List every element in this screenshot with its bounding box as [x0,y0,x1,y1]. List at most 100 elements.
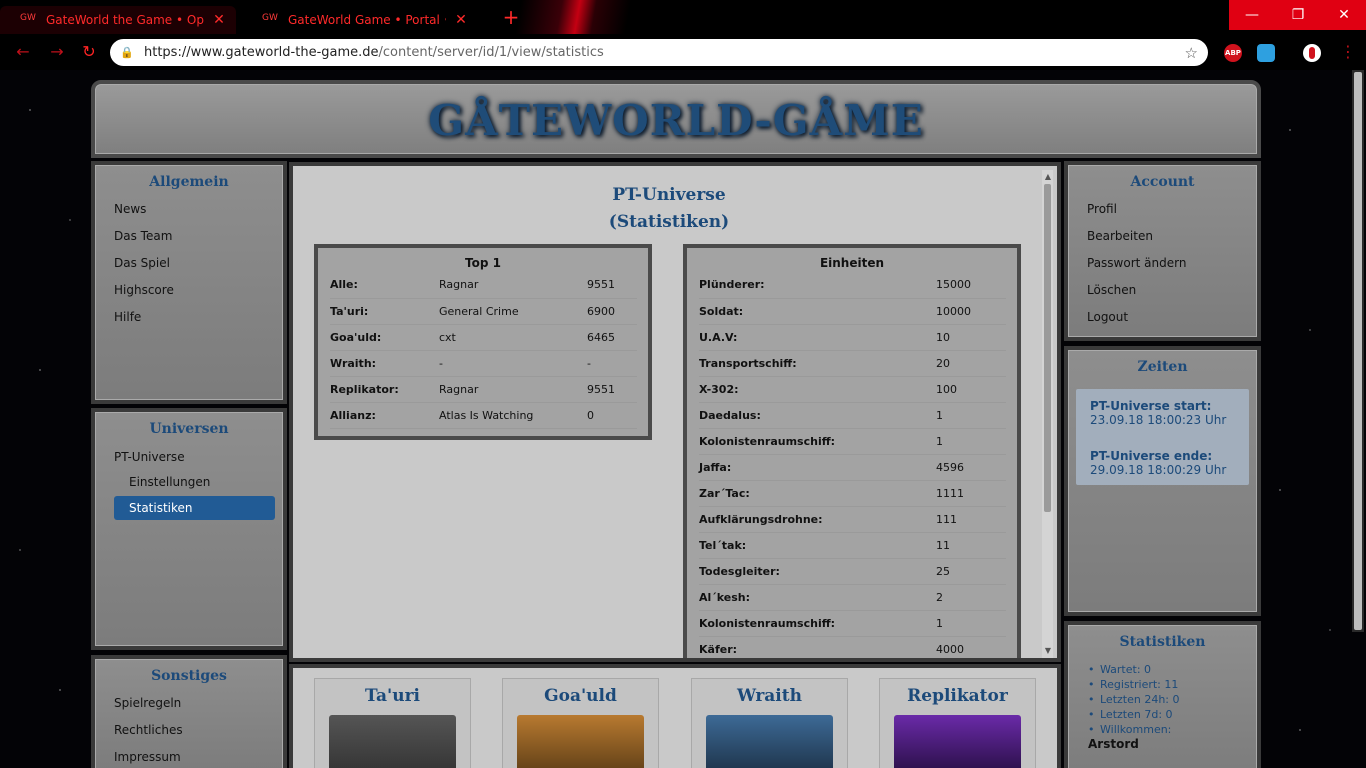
table-row: Tel´tak: 11 [699,532,1006,559]
score: 9551 [587,376,637,403]
adblock-extension-icon[interactable]: ABP [1224,44,1242,62]
panel-account: Account Profil Bearbeiten Passwort änder… [1064,161,1261,341]
table-row: Transportschiff: 20 [699,350,1006,377]
menu-item-profil[interactable]: Profil [1087,202,1257,229]
menu-item-statistiken[interactable]: Statistiken [114,496,275,520]
page-title-line1: PT-Universe [612,185,726,205]
menu-item-news[interactable]: News [114,202,283,229]
tab-gateworld-portal[interactable]: GW GateWorld Game • Portal • Unive ✕ [242,6,478,34]
panel-title: Universen [149,421,229,437]
table-row: Zar´Tac: 1111 [699,480,1006,507]
menu-item-pt-universe[interactable]: PT-Universe [114,450,283,475]
table-row: Kolonistenraumschiff: 1 [699,428,1006,455]
stat-wartet: Wartet: 0 [1088,662,1257,677]
player-name: Atlas Is Watching [439,402,587,429]
race-image [329,715,456,768]
page-scrollbar[interactable] [1352,70,1364,632]
row-label: Alle: [330,272,439,299]
unit-name: Zar´Tac: [699,480,936,507]
reload-icon[interactable]: ↻ [78,41,100,63]
unit-name: Aufklärungsdrohne: [699,506,936,533]
unit-count: 2 [936,584,1006,611]
menu-item-bearbeiten[interactable]: Bearbeiten [1087,229,1257,256]
zeiten-box: PT-Universe start: 23.09.18 18:00:23 Uhr… [1076,389,1249,485]
unit-name: Soldat: [699,298,936,325]
unit-count: 10000 [936,298,1006,325]
panel-title: Account [1130,174,1195,190]
player-name: General Crime [439,298,587,325]
panel-title: Statistiken [1119,634,1206,650]
unit-name: Käfer: [699,636,936,658]
unit-name: Kolonistenraumschiff: [699,428,936,455]
universen-menu: PT-Universe Einstellungen Statistiken [114,450,283,520]
stat-letzten-24h: Letzten 24h: 0 [1088,692,1257,707]
menu-item-passwort-aendern[interactable]: Passwort ändern [1087,256,1257,283]
race-image [894,715,1021,768]
panel-allgemein: Allgemein News Das Team Das Spiel Highsc… [91,161,287,404]
minimize-icon[interactable]: — [1229,0,1275,30]
tab-title: GateWorld the Game • Open Bet [46,13,204,27]
bookmark-star-icon[interactable]: ☆ [1185,44,1198,62]
profile-avatar-icon[interactable] [1303,44,1321,62]
scroll-down-icon[interactable]: ▼ [1045,646,1051,655]
window-close-icon[interactable]: ✕ [1321,0,1366,30]
address-bar[interactable]: 🔒 https://www.gateworld-the-game.de/cont… [110,39,1208,66]
races-strip: Ta'uri Goa'uld Wraith Replikator [289,664,1061,768]
page-title: PT-Universe (Statistiken) [293,182,1045,236]
url-host: https://www.gateworld-the-game.de [144,45,379,60]
race-card-wraith[interactable]: Wraith [691,678,848,768]
race-name: Goa'uld [544,686,617,706]
menu-item-hilfe[interactable]: Hilfe [114,310,283,337]
score: 6900 [587,298,637,325]
tab-close-icon[interactable]: ✕ [454,12,468,28]
menu-item-rechtliches[interactable]: Rechtliches [114,723,283,750]
menu-item-impressum[interactable]: Impressum [114,750,283,768]
menu-item-das-spiel[interactable]: Das Spiel [114,256,283,283]
unit-count: 20 [936,350,1006,377]
menu-item-das-team[interactable]: Das Team [114,229,283,256]
menu-item-spielregeln[interactable]: Spielregeln [114,696,283,723]
menu-item-logout[interactable]: Logout [1087,310,1257,337]
table-row: Allianz: Atlas Is Watching 0 [330,402,637,429]
race-card-replikator[interactable]: Replikator [879,678,1036,768]
stat-willkommen: Willkommen: [1088,722,1257,737]
race-image [517,715,644,768]
unit-count: 1 [936,610,1006,637]
race-card-goauld[interactable]: Goa'uld [502,678,659,768]
username: Arstord [1088,737,1139,751]
unit-count: 10 [936,324,1006,351]
unit-count: 11 [936,532,1006,559]
new-tab-icon[interactable]: + [500,6,522,28]
unit-name: Transportschiff: [699,350,936,377]
table-row: Replikator: Ragnar 9551 [330,376,637,403]
tab-gateworld-open-beta[interactable]: GW GateWorld the Game • Open Bet ✕ [0,6,236,34]
unit-count: 25 [936,558,1006,585]
units-title: Einheiten [819,256,885,270]
tab-strip: GW GateWorld the Game • Open Bet ✕ GW Ga… [0,0,1366,34]
menu-item-loeschen[interactable]: Löschen [1087,283,1257,310]
table-row: Ta'uri: General Crime 6900 [330,298,637,325]
scroll-up-icon[interactable]: ▲ [1045,172,1051,181]
maximize-icon[interactable]: ❐ [1275,0,1321,30]
unit-name: Kolonistenraumschiff: [699,610,936,637]
menu-item-highscore[interactable]: Highscore [114,283,283,310]
url-text[interactable]: https://www.gateworld-the-game.de/conten… [144,45,1185,60]
panel-title: Sonstiges [151,668,227,684]
server-stats-list: Wartet: 0 Registriert: 11 Letzten 24h: 0… [1088,662,1257,752]
unit-count: 1 [936,428,1006,455]
content-scrollbar-thumb[interactable] [1044,184,1051,512]
table-row: X-302: 100 [699,376,1006,403]
tab-close-icon[interactable]: ✕ [212,12,226,28]
extension-icon[interactable] [1257,44,1275,62]
page-scrollbar-thumb[interactable] [1354,72,1362,630]
site-logo[interactable]: GÅTEWORLD-GÅME [95,96,1257,145]
forward-arrow-icon[interactable]: → [46,41,68,63]
allgemein-menu: News Das Team Das Spiel Highscore Hilfe [114,202,283,337]
back-arrow-icon[interactable]: ← [12,41,34,63]
panel-title: Allgemein [149,174,229,190]
browser-menu-icon[interactable]: ⋮ [1340,42,1356,61]
unit-count: 100 [936,376,1006,403]
unit-name: Todesgleiter: [699,558,936,585]
race-card-tauri[interactable]: Ta'uri [314,678,471,768]
race-name: Wraith [737,686,802,706]
